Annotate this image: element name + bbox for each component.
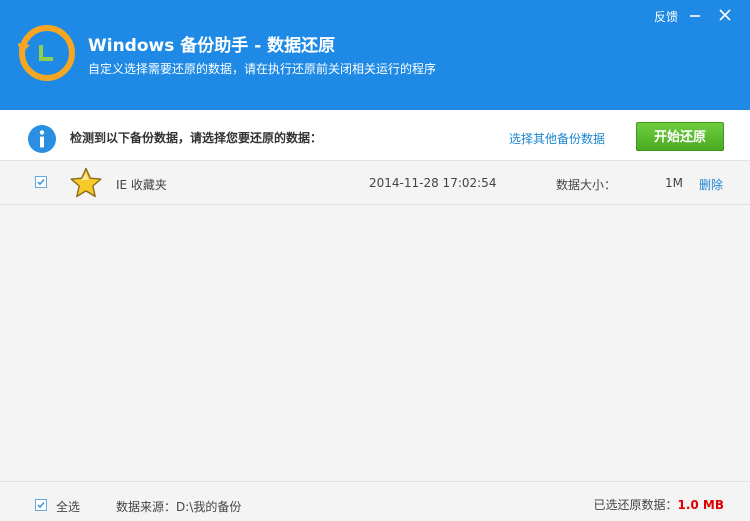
delete-link[interactable]: 删除: [699, 176, 723, 193]
data-source: 数据来源：D:\我的备份: [116, 500, 242, 514]
start-restore-button[interactable]: 开始还原: [636, 122, 724, 151]
close-icon[interactable]: [716, 6, 734, 24]
info-icon: [28, 125, 56, 153]
restore-logo-icon: [18, 25, 75, 81]
backup-list: IE 收藏夹 2014-11-28 17:02:54 数据大小： 1M 删除: [0, 161, 750, 481]
minimize-icon[interactable]: [686, 6, 704, 24]
restore-prompt: 检测到以下备份数据，请选择您要还原的数据：: [70, 131, 323, 145]
title-bar: Windows 备份助手 - 数据还原 自定义选择需要还原的数据，请在执行还原前…: [0, 0, 750, 110]
app-title: Windows 备份助手 - 数据还原: [88, 36, 336, 56]
select-all-label[interactable]: 全选: [56, 498, 80, 515]
check-icon: [37, 179, 45, 186]
item-name: IE 收藏夹: [116, 178, 167, 192]
select-all-checkbox[interactable]: [35, 499, 47, 511]
app-subtitle: 自定义选择需要还原的数据，请在执行还原前关闭相关运行的程序: [88, 62, 437, 76]
restored-summary: 已选还原数据：1.0 MB: [593, 496, 724, 513]
feedback-link[interactable]: 反馈: [654, 8, 678, 25]
restored-value: 1.0 MB: [677, 498, 724, 512]
size-value: 1M: [665, 176, 683, 190]
select-other-backup-link[interactable]: 选择其他备份数据: [509, 130, 605, 147]
list-item[interactable]: IE 收藏夹 2014-11-28 17:02:54 数据大小： 1M 删除: [0, 161, 750, 205]
star-icon: [70, 167, 102, 198]
item-date: 2014-11-28 17:02:54: [369, 176, 497, 190]
toolbar: 检测到以下备份数据，请选择您要还原的数据： 选择其他备份数据 开始还原: [0, 110, 750, 161]
item-checkbox[interactable]: [35, 176, 47, 188]
restored-label: 已选还原数据：: [593, 498, 678, 512]
check-icon: [37, 502, 45, 509]
footer-bar: 全选 数据来源：D:\我的备份 已选还原数据：1.0 MB: [0, 481, 750, 521]
size-label: 数据大小：: [556, 178, 617, 192]
